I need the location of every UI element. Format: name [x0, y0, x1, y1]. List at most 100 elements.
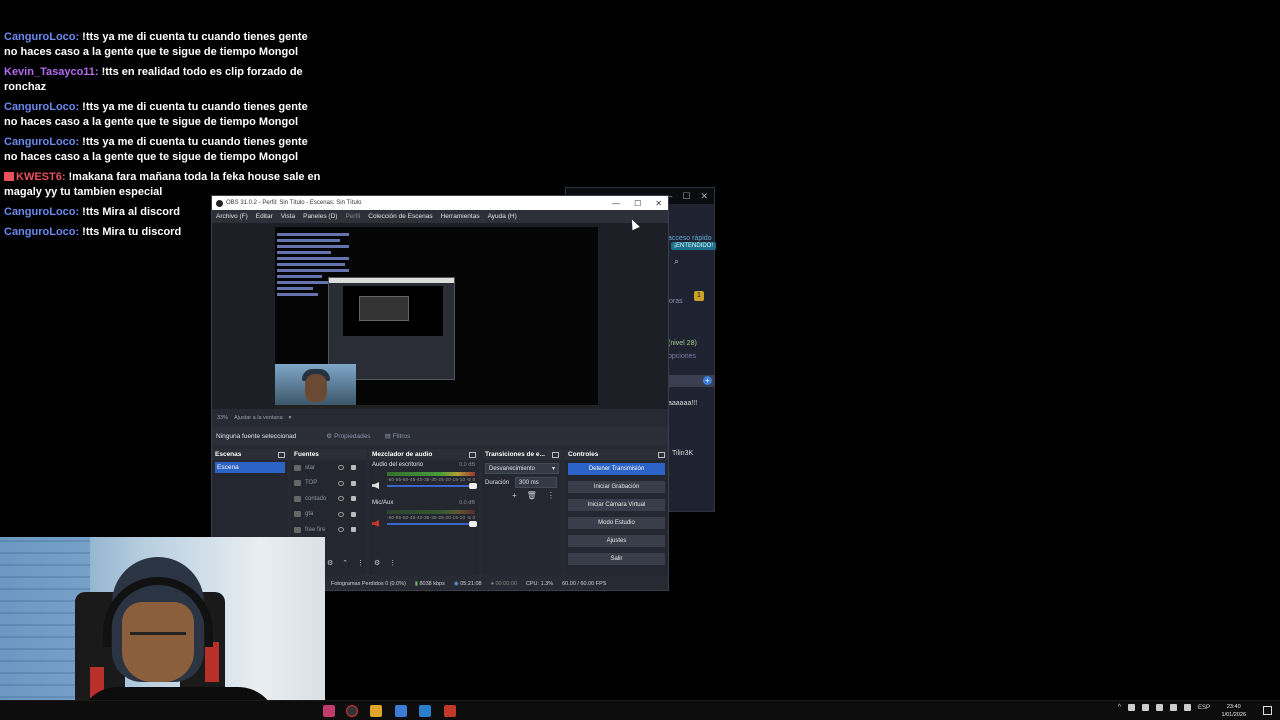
obs-menubar: Archivo (F) Editar Vista Paneles (D) Per… — [212, 210, 668, 223]
speaker-muted-icon[interactable] — [372, 520, 379, 527]
controls-dock: Controles Detener Transmisión Iniciar Gr… — [565, 449, 668, 575]
network-icon[interactable] — [1155, 704, 1163, 711]
dock-undock-icon[interactable] — [658, 451, 665, 458]
close-icon[interactable]: ✕ — [700, 191, 708, 202]
menu-herramientas[interactable]: Herramientas — [441, 213, 480, 220]
chevron-up-icon[interactable]: ^ — [1118, 704, 1121, 711]
source-type-icon — [294, 526, 301, 533]
bg-entendido-button[interactable]: ¡ENTENDIDO! — [671, 242, 716, 250]
chat-username: CanguroLoco: — [4, 226, 80, 238]
menu-ayuda[interactable]: Ayuda (H) — [488, 213, 517, 220]
settings-button[interactable]: Ajustes — [568, 535, 665, 547]
channel-db: 0.0 dB — [459, 500, 475, 506]
source-item[interactable]: contado — [291, 491, 366, 507]
close-icon[interactable]: ✕ — [655, 199, 662, 208]
wifi-icon[interactable] — [1127, 704, 1135, 711]
obs-taskbar-icon[interactable] — [346, 705, 358, 717]
webcam-overlay — [0, 537, 325, 720]
source-item[interactable]: gta — [291, 507, 366, 523]
properties-button[interactable]: ⚙ Propiedades — [326, 432, 371, 441]
properties-label: Propiedades — [334, 432, 371, 440]
visibility-icon[interactable] — [338, 527, 344, 533]
file-icon[interactable] — [395, 705, 407, 717]
exit-button[interactable]: Salir — [568, 553, 665, 565]
dock-undock-icon[interactable] — [278, 451, 285, 458]
add-icon[interactable]: + — [703, 376, 712, 385]
trash-icon[interactable]: 🗑 — [527, 491, 537, 500]
zoom-level: 33% — [217, 415, 229, 421]
dock-undock-icon[interactable] — [552, 451, 559, 458]
maximize-icon[interactable]: ☐ — [634, 199, 641, 208]
mixer-channel-desktop: Audio del escritorio 0.0 dB -60-55-50-45… — [369, 460, 479, 498]
search-icon[interactable]: ⌕ — [674, 256, 679, 267]
speaker-icon[interactable] — [372, 482, 379, 489]
menu-perfil[interactable]: Perfil — [345, 213, 360, 220]
add-icon[interactable]: + — [512, 491, 517, 500]
program-preview[interactable] — [275, 227, 598, 409]
menu-archivo[interactable]: Archivo (F) — [216, 213, 248, 220]
lock-icon[interactable] — [351, 496, 356, 502]
start-virtual-camera-button[interactable]: Iniciar Cámara Virtual — [568, 499, 665, 511]
lock-icon[interactable] — [351, 480, 356, 486]
fps-readout: 60.00 / 60.00 FPS — [562, 581, 607, 587]
more-icon[interactable]: ⋮ — [357, 559, 364, 567]
rec-time: 00:00:00 — [495, 581, 517, 587]
more-icon[interactable]: ⋮ — [547, 491, 555, 500]
mic-icon[interactable] — [1141, 704, 1149, 711]
studio-mode-button[interactable]: Modo Estudio — [568, 517, 665, 529]
lock-icon[interactable] — [351, 511, 356, 517]
move-up-icon[interactable]: ⌃ — [342, 559, 348, 567]
live-icon: ◉ — [453, 581, 459, 587]
volume-slider[interactable] — [387, 521, 477, 527]
lock-icon[interactable] — [351, 527, 356, 533]
source-toolbar: Ninguna fuente seleccionad ⚙ Propiedades … — [212, 427, 668, 445]
folder-icon[interactable] — [370, 705, 382, 717]
lock-icon[interactable] — [351, 465, 356, 471]
stop-streaming-button[interactable]: Detener Transmisión — [568, 463, 665, 475]
filters-button[interactable]: ▤ Filtros — [385, 432, 411, 441]
more-icon[interactable]: ⋮ — [389, 559, 396, 567]
volume-slider[interactable] — [387, 483, 477, 489]
notification-icon[interactable] — [1263, 706, 1272, 715]
volume-icon[interactable] — [1169, 704, 1177, 711]
settings-icon[interactable]: ⚙ — [327, 559, 333, 567]
chat-username: CanguroLoco: — [4, 136, 80, 148]
volume-meter — [387, 510, 475, 514]
chat-text: !tts Mira tu discord — [82, 226, 182, 238]
minimize-icon[interactable]: — — [612, 199, 620, 208]
chevron-down-icon[interactable]: ▾ — [289, 415, 292, 421]
obs-window: OBS 31.0.2 - Perfil: Sin Título - Escena… — [211, 195, 669, 591]
source-item[interactable]: star — [291, 460, 366, 476]
maximize-icon[interactable]: ☐ — [682, 191, 690, 202]
dock-undock-icon[interactable] — [469, 451, 476, 458]
menu-vista[interactable]: Vista — [281, 213, 295, 220]
source-type-icon — [294, 511, 301, 518]
source-item[interactable]: TOP — [291, 476, 366, 492]
app-icon[interactable] — [444, 705, 456, 717]
transition-select[interactable]: Desvanecimiento — [485, 463, 559, 475]
menu-editar[interactable]: Editar — [256, 213, 273, 220]
menu-paneles[interactable]: Paneles (D) — [303, 213, 337, 220]
taskbar-clock[interactable]: 23:40 1/01/2026 — [1222, 703, 1246, 719]
visibility-icon[interactable] — [338, 480, 344, 486]
chat-message: CanguroLoco: !tts ya me di cuenta tu cuan… — [4, 100, 324, 130]
display-icon[interactable] — [1183, 704, 1191, 711]
app-icon[interactable] — [323, 705, 335, 717]
sources-dock-title: Fuentes — [294, 451, 319, 458]
language-indicator[interactable]: ESP — [1198, 705, 1210, 711]
visibility-icon[interactable] — [338, 511, 344, 517]
link-icon[interactable]: ⚙ — [374, 559, 380, 567]
source-item[interactable]: free fire — [291, 522, 366, 538]
volume-meter — [387, 472, 475, 476]
zoom-fit-select[interactable]: Ajustar a la ventana — [234, 415, 283, 421]
visibility-icon[interactable] — [338, 496, 344, 502]
meter-scale: -60-55-50-45-40-35-30-25-20-15-10 -5 0 — [387, 477, 476, 482]
send-icon[interactable] — [419, 705, 431, 717]
visibility-icon[interactable] — [338, 465, 344, 471]
live-time: 05:21:08 — [460, 581, 482, 587]
menu-coleccion-escenas[interactable]: Colección de Escenas — [368, 213, 432, 220]
duration-input[interactable]: 300 ms — [515, 477, 558, 488]
start-recording-button[interactable]: Iniciar Grabación — [568, 481, 665, 493]
scene-item[interactable]: Escena — [215, 462, 285, 473]
source-type-icon — [294, 495, 301, 502]
